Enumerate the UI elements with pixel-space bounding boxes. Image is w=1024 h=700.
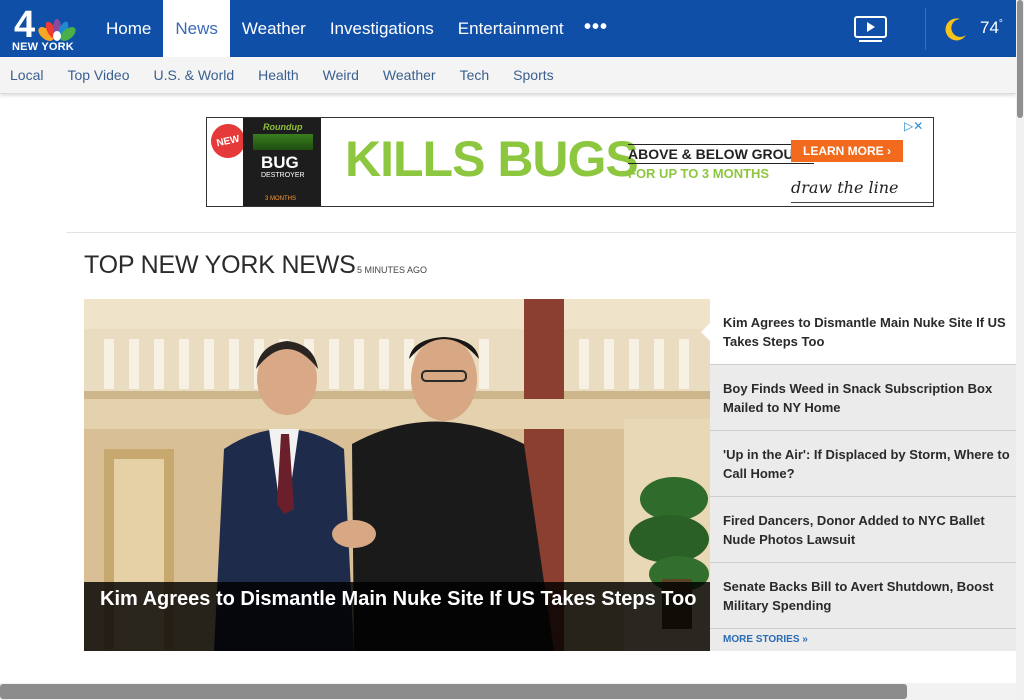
top-stories-list: Kim Agrees to Dismantle Main Nuke Site I… xyxy=(701,299,1024,651)
story-title: Fired Dancers, Donor Added to NYC Ballet… xyxy=(723,512,985,547)
more-dots-icon[interactable]: ••• xyxy=(584,17,608,37)
nav-weather[interactable]: Weather xyxy=(230,0,318,57)
hero-headline[interactable]: Kim Agrees to Dismantle Main Nuke Site I… xyxy=(100,588,700,611)
story-title: 'Up in the Air': If Displaced by Storm, … xyxy=(723,446,1010,481)
ad-grass-graphic xyxy=(253,134,313,150)
ad-product-sub: DESTROYER xyxy=(261,172,305,179)
story-title: Senate Backs Bill to Avert Shutdown, Boo… xyxy=(723,578,994,613)
story-item[interactable]: 'Up in the Air': If Displaced by Storm, … xyxy=(710,431,1024,497)
sub-nav-items: Local Top Video U.S. & World Health Weir… xyxy=(10,57,578,94)
ad-product-image: Roundup BUG DESTROYER 3 MONTHS xyxy=(243,118,321,206)
logo-city: NEW YORK xyxy=(12,41,74,53)
ad-headline: KILLS BUGS xyxy=(345,131,639,187)
ad-product-months: 3 MONTHS xyxy=(265,196,297,202)
ad-tagline: ABOVE & BELOW GROUND xyxy=(628,144,814,164)
nav-investigations[interactable]: Investigations xyxy=(318,0,446,57)
ad-slogan: draw the line xyxy=(791,178,899,197)
story-item[interactable]: Boy Finds Weed in Snack Subscription Box… xyxy=(710,365,1024,431)
video-play-icon[interactable] xyxy=(853,15,888,43)
subnav-us-world[interactable]: U.S. & World xyxy=(153,57,234,94)
top-nav: 4 NEW YORK Home News Weather Investigati… xyxy=(0,0,1016,57)
ad-banner[interactable]: NEW Roundup BUG DESTROYER 3 MONTHS KILLS… xyxy=(206,117,934,207)
adchoices-icon[interactable]: ▷✕ xyxy=(904,119,923,133)
ad-underline xyxy=(791,202,933,203)
story-item[interactable]: Kim Agrees to Dismantle Main Nuke Site I… xyxy=(701,299,1024,365)
main-nav: Home News Weather Investigations Enterta… xyxy=(94,0,576,57)
nav-news[interactable]: News xyxy=(163,0,230,57)
story-title: Boy Finds Weed in Snack Subscription Box… xyxy=(723,380,993,415)
subnav-top-video[interactable]: Top Video xyxy=(67,57,129,94)
peacock-icon xyxy=(38,19,76,41)
nbc-new-york-logo[interactable]: 4 NEW YORK xyxy=(8,4,84,56)
subnav-sports[interactable]: Sports xyxy=(513,57,553,94)
subnav-local[interactable]: Local xyxy=(10,57,43,94)
ad-subline: FOR UP TO 3 MONTHS xyxy=(628,166,770,181)
subnav-weird[interactable]: Weird xyxy=(323,57,359,94)
ad-learn-more-button[interactable]: LEARN MORE › xyxy=(791,140,903,162)
more-stories-link[interactable]: MORE STORIES » xyxy=(710,629,1024,651)
nav-home[interactable]: Home xyxy=(94,0,163,57)
story-title: Kim Agrees to Dismantle Main Nuke Site I… xyxy=(723,314,1006,349)
temperature[interactable]: 74° xyxy=(980,18,1003,38)
subnav-tech[interactable]: Tech xyxy=(460,57,490,94)
active-story-pointer xyxy=(701,322,711,342)
temperature-unit: ° xyxy=(998,18,1003,30)
temperature-value: 74 xyxy=(980,18,999,37)
subnav-weather[interactable]: Weather xyxy=(383,57,436,94)
header-divider xyxy=(925,8,926,50)
story-item[interactable]: Senate Backs Bill to Avert Shutdown, Boo… xyxy=(710,563,1024,629)
section-title: TOP NEW YORK NEWS xyxy=(84,251,356,279)
vertical-scrollbar-thumb[interactable] xyxy=(1017,0,1023,118)
subnav-health[interactable]: Health xyxy=(258,57,298,94)
hero-story[interactable]: Kim Agrees to Dismantle Main Nuke Site I… xyxy=(84,299,710,651)
ad-product-brand: Roundup xyxy=(263,122,303,132)
horizontal-scrollbar-thumb[interactable] xyxy=(0,684,907,699)
section-divider xyxy=(66,232,1016,233)
moon-icon[interactable] xyxy=(943,16,969,42)
hero-caption: Kim Agrees to Dismantle Main Nuke Site I… xyxy=(84,582,710,651)
section-updated-time: 5 MINUTES AGO xyxy=(357,265,428,275)
story-item[interactable]: Fired Dancers, Donor Added to NYC Ballet… xyxy=(710,497,1024,563)
nav-entertainment[interactable]: Entertainment xyxy=(446,0,576,57)
ad-product-name: BUG xyxy=(261,153,299,172)
sub-nav: Local Top Video U.S. & World Health Weir… xyxy=(0,57,1016,94)
